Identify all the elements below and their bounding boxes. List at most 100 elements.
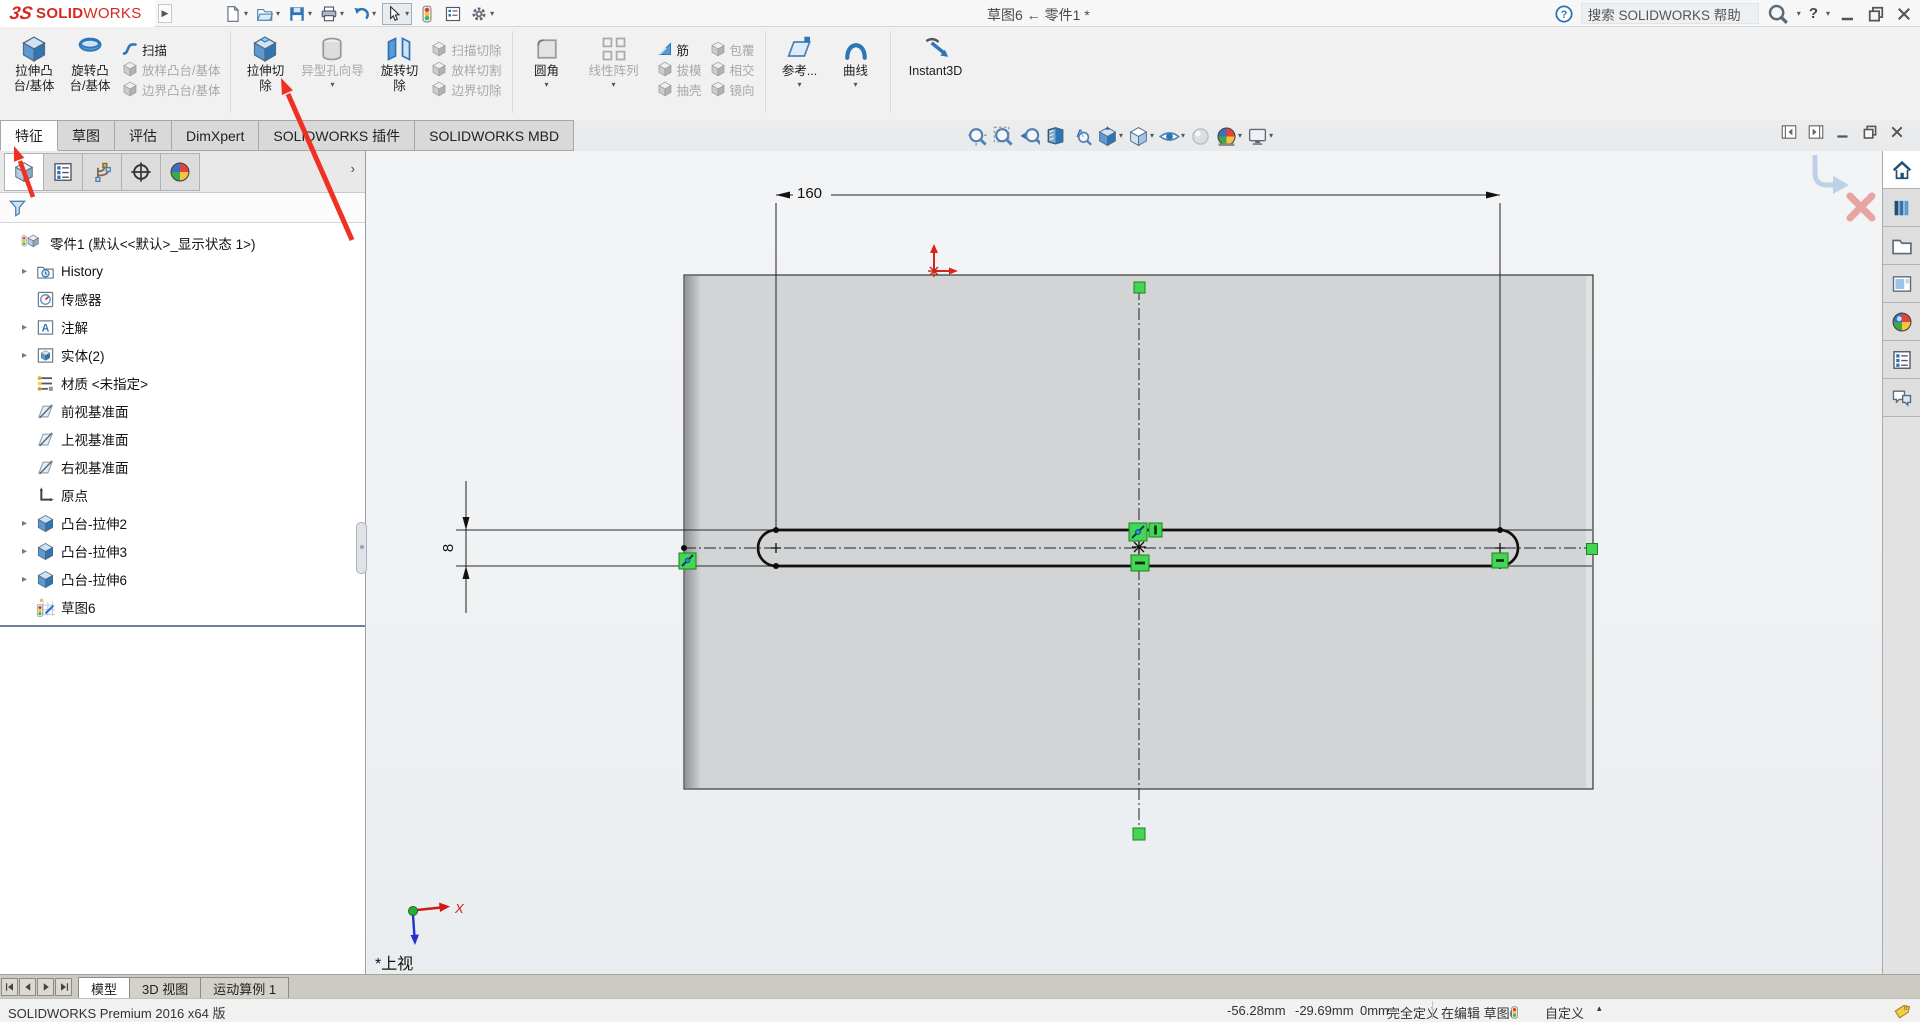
doc-minimize-button[interactable] [1834,123,1852,141]
unit-system-caret-icon[interactable]: ▴ [1597,1003,1602,1014]
panel-tab-featuremanager-part[interactable] [4,153,44,191]
tree-item-11[interactable]: ▸ 凸台-拉伸6 [0,565,365,593]
nav-next-button[interactable] [37,977,54,996]
tree-item-0[interactable]: ▸ History [0,257,365,285]
display-style-button[interactable]: ▾ [1128,126,1154,147]
expand-arrow-icon[interactable]: ▸ [22,546,36,557]
taskpane-file-explorer-button[interactable] [1883,227,1920,265]
panel-splitter-handle[interactable] [356,522,367,574]
expand-arrow-icon[interactable]: ▸ [22,322,36,333]
expand-arrow-icon[interactable]: ▸ [22,350,36,361]
tag-icon[interactable] [1893,1003,1911,1021]
tree-item-6[interactable]: ▸上视基准面 [0,425,365,453]
expand-arrow-icon[interactable]: ▸ [22,518,36,529]
help-circle-icon[interactable]: ? [1555,4,1573,23]
section-view-button[interactable] [1045,126,1066,147]
tree-item-9[interactable]: ▸ 凸台-拉伸2 [0,509,365,537]
options-list-button[interactable] [442,4,464,24]
nav-first-button[interactable] [1,977,18,996]
cut-revolve-button[interactable]: 旋转切除 [371,35,427,94]
app-restore-button[interactable] [1866,4,1886,24]
expand-arrow-icon[interactable]: ▸ [22,574,36,585]
hide-show-items-button[interactable]: ▾ [1159,126,1185,147]
tree-item-4[interactable]: ▸材质 <未指定> [0,369,365,397]
doc-pane-right-button[interactable] [1807,123,1825,141]
dimension-8[interactable]: 8 [440,481,470,613]
open-file-button[interactable]: ▾ [254,4,282,24]
zoom-area-button[interactable] [993,126,1014,147]
tree-item-3[interactable]: ▸ 实体(2) [0,341,365,369]
menu-flyout-button[interactable]: ▶ [158,4,172,23]
view-settings-caret-icon[interactable]: ▾ [1269,132,1273,140]
doc-restore-button[interactable] [1861,123,1879,141]
taskpane-home-button[interactable] [1883,151,1920,189]
taskpane-view-palette-button[interactable] [1883,265,1920,303]
tree-item-1[interactable]: ▸传感器 [0,285,365,313]
select-cursor-caret-icon[interactable]: ▾ [405,9,409,18]
command-tab-5[interactable]: SOLIDWORKS MBD [415,120,575,151]
apply-scene-caret-icon[interactable]: ▾ [1238,132,1242,140]
command-tab-4[interactable]: SOLIDWORKS 插件 [259,120,416,151]
document-tab-0[interactable]: 模型 [78,977,131,998]
reference-geometry-button[interactable]: 参考... ▾ [772,35,828,89]
tree-item-10[interactable]: ▸ 凸台-拉伸3 [0,537,365,565]
expand-arrow-icon[interactable]: ▸ [22,266,36,277]
document-tab-2[interactable]: 运动算例 1 [200,977,290,998]
save-caret-icon[interactable]: ▾ [308,9,312,18]
display-style-caret-icon[interactable]: ▾ [1150,132,1154,140]
revolve-boss-button[interactable]: 旋转凸 台/基体 [62,35,118,94]
nav-prev-button[interactable] [19,977,36,996]
instant3d-button[interactable]: Instant3D [897,35,975,79]
settings-gear-button[interactable]: ▾ [468,4,496,24]
undo-button[interactable]: ▾ [350,4,378,24]
previous-view-button[interactable] [1019,126,1040,147]
open-file-caret-icon[interactable]: ▾ [276,9,280,18]
help-button[interactable]: ? [1809,5,1818,22]
panel-expand-icon[interactable]: › [351,161,355,176]
boss-extrude-button[interactable]: 拉伸凸 台/基体 [6,35,62,94]
sketch-origin[interactable] [928,244,958,277]
command-tab-0[interactable]: 特征 [0,120,58,151]
app-close-button[interactable] [1894,4,1914,24]
annotation-view-button[interactable]: A [1071,126,1092,147]
view-settings-button[interactable]: ▾ [1247,126,1273,147]
filter-funnel-icon[interactable] [8,198,27,217]
tree-filter-row[interactable] [0,193,365,223]
tree-item-2[interactable]: ▸ A 注解 [0,313,365,341]
hole-wizard-caret-icon[interactable]: ▾ [330,81,334,89]
rib-button[interactable]: 筋 [653,39,706,59]
reference-geometry-caret-icon[interactable]: ▾ [798,81,802,89]
select-cursor-button[interactable]: ▾ [382,2,413,25]
linear-pattern-caret-icon[interactable]: ▾ [611,81,615,89]
taskpane-custom-properties-button[interactable] [1883,341,1920,379]
document-tab-1[interactable]: 3D 视图 [129,977,202,998]
confirmation-corner[interactable] [1812,155,1876,222]
curves-caret-icon[interactable]: ▾ [854,81,858,89]
panel-tab-dimxpert-manager[interactable] [121,153,161,191]
panel-tab-configurations[interactable] [82,153,122,191]
taskpane-appearances-button[interactable] [1883,303,1920,341]
fillet-caret-icon[interactable]: ▾ [544,81,548,89]
new-file-caret-icon[interactable]: ▾ [244,9,248,18]
tree-item-5[interactable]: ▸前视基准面 [0,397,365,425]
rebuild-traffic-light-button[interactable] [416,4,438,24]
save-button[interactable]: ▾ [286,4,314,24]
rollback-bar[interactable] [0,625,365,627]
nav-last-button[interactable] [55,977,72,996]
zoom-fit-button[interactable] [967,126,988,147]
taskpane-forum-button[interactable] [1883,379,1920,417]
hide-show-items-caret-icon[interactable]: ▾ [1181,132,1185,140]
command-tab-2[interactable]: 评估 [115,120,172,151]
apply-scene-button[interactable]: ▾ [1216,126,1242,147]
sweep-button[interactable]: 扫描 [118,39,224,59]
panel-tab-propertymanager[interactable] [43,153,83,191]
doc-pane-left-button[interactable] [1780,123,1798,141]
search-icon[interactable] [1767,3,1789,25]
new-file-button[interactable]: ▾ [222,4,250,24]
tree-item-12[interactable]: ▸*草图6 [0,593,365,621]
tree-item-8[interactable]: ▸原点 [0,481,365,509]
print-caret-icon[interactable]: ▾ [340,9,344,18]
app-minimize-button[interactable] [1838,4,1858,24]
view-orientation-button[interactable]: ▾ [1097,125,1123,147]
view-orientation-caret-icon[interactable]: ▾ [1119,132,1123,140]
